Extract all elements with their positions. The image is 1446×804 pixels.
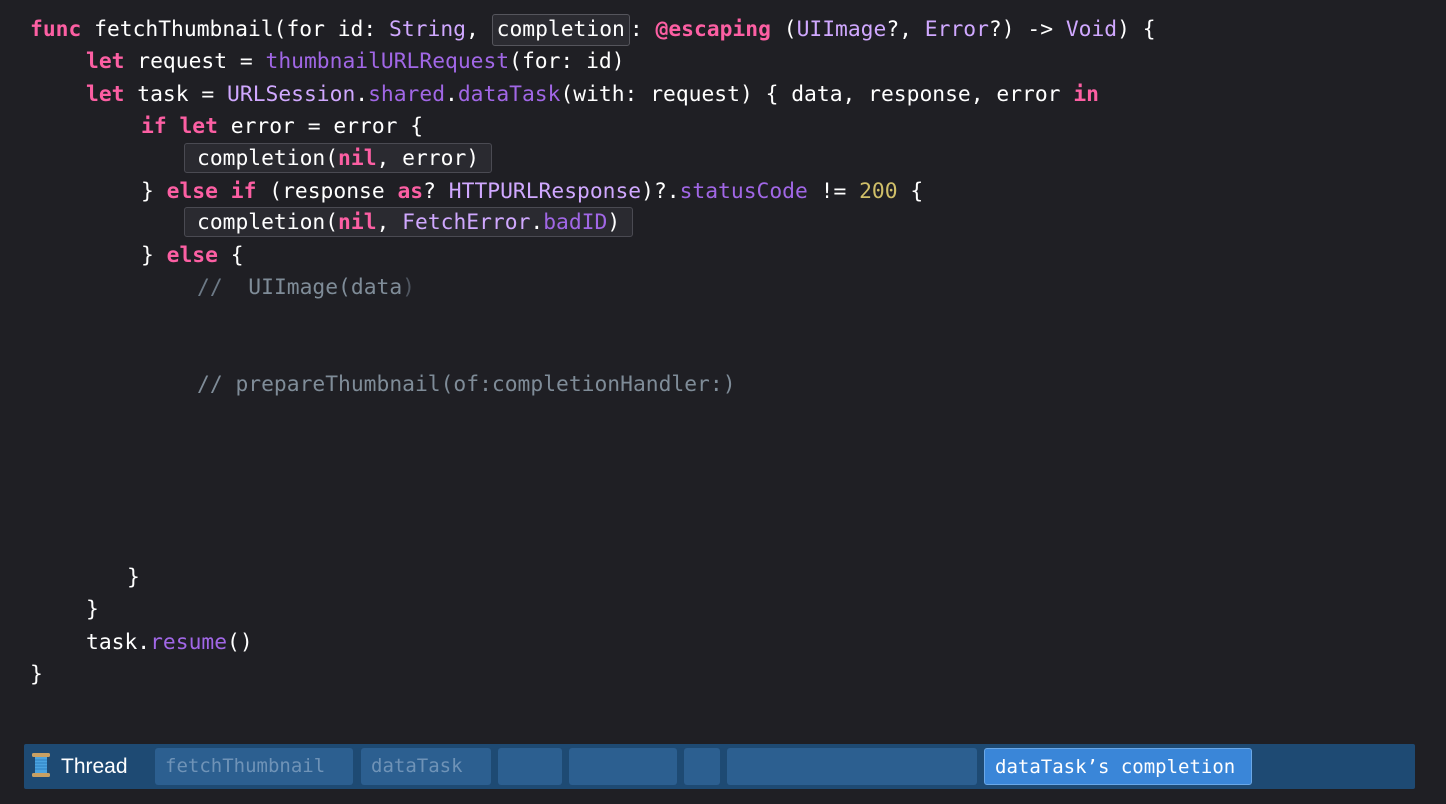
type-void: Void [1065, 17, 1118, 42]
code-line-11: } [127, 562, 140, 594]
code-line-12: } [86, 594, 99, 626]
optional-chain: )?. [641, 179, 680, 204]
keyword-let: let [86, 49, 125, 74]
keyword-func: func [30, 17, 82, 42]
code-line-6: } else if (response as? HTTPURLResponse)… [141, 176, 923, 208]
close-brace: } [30, 662, 43, 687]
thread-label: Thread [31, 744, 128, 789]
code-line-10: // prepareThumbnail(of:completionHandler… [197, 369, 736, 401]
code-line-2: let request = thumbnailURLRequest(for: i… [86, 46, 625, 78]
code-line-4: if let error = error { [141, 111, 423, 143]
segment-datatask-completion[interactable]: dataTask’s completion [984, 748, 1252, 785]
completion-call: completion( [197, 146, 339, 171]
close-brace: } [141, 179, 167, 204]
close-brace: } [86, 597, 99, 622]
closure-header: (with: request) { data, response, error [560, 82, 1074, 107]
completion-call-error-box[interactable]: completion(nil, error) [184, 143, 493, 173]
code-line-7: completion(nil, FetchError.badID) [184, 207, 634, 239]
segment-fetchthumbnail[interactable]: fetchThumbnail [155, 748, 353, 785]
type-uiimage: UIImage [796, 17, 887, 42]
segment-datatask[interactable]: dataTask [361, 748, 491, 785]
type-urlsession: URLSession [227, 82, 356, 107]
comment-preparethumbnail: // prepareThumbnail(of:completionHandler… [197, 372, 736, 397]
completion-call-badid-box[interactable]: completion(nil, FetchError.badID) [184, 207, 634, 237]
optional-sep: ?, [886, 17, 925, 42]
code-line-3: let task = URLSession.shared.dataTask(wi… [86, 79, 1099, 111]
colon: : [629, 17, 656, 42]
keyword-in: in [1073, 82, 1099, 107]
type-string: String [389, 17, 466, 42]
code-line-8: } else { [141, 240, 244, 272]
completion-param-highlight[interactable]: completion [491, 14, 630, 46]
comment-uiimage: UIImage(data [222, 275, 403, 300]
close-brace: } [141, 243, 167, 268]
function-thumbnailurlrequest: thumbnailURLRequest [265, 49, 510, 74]
keyword-let: let [179, 114, 218, 139]
code-line-1: func fetchThumbnail(for id: String, comp… [30, 14, 1156, 46]
segment-6[interactable] [727, 748, 977, 785]
thread-timeline-bar: Thread fetchThumbnail dataTask dataTask’… [24, 744, 1415, 789]
call-parens: () [227, 630, 253, 655]
code-line-5: completion(nil, error) [184, 143, 493, 175]
separator: , [376, 210, 403, 235]
call-args: , error) [376, 146, 480, 171]
number-200: 200 [859, 179, 898, 204]
thread-label-text: Thread [61, 755, 128, 778]
call-args: (for: id) [509, 49, 625, 74]
type-error: Error [924, 17, 989, 42]
task-ref: task. [86, 630, 151, 655]
open-brace: { [217, 243, 244, 268]
keyword-if: if [141, 114, 167, 139]
function-signature: fetchThumbnail(for id: [81, 17, 390, 42]
open-brace: { [897, 179, 924, 204]
keyword-else: else [166, 243, 218, 268]
task-decl: task = [124, 82, 228, 107]
attribute-escaping: @escaping [655, 17, 771, 42]
keyword-else: else [166, 179, 218, 204]
code-line-9: // UIImage(data) [197, 272, 415, 304]
spool-icon [32, 753, 50, 778]
code-line-14: } [30, 659, 43, 691]
open-brace: ) { [1117, 17, 1156, 42]
close-brace: } [127, 565, 140, 590]
type-fetcherror: FetchError [402, 210, 531, 235]
completion-call: completion( [197, 210, 339, 235]
method-resume: resume [150, 630, 228, 655]
case-badid: badID [543, 210, 608, 235]
dot: . [445, 82, 458, 107]
segment-5[interactable] [684, 748, 720, 785]
keyword-nil: nil [338, 146, 377, 171]
comment-slashes: // [197, 275, 223, 300]
method-datatask: dataTask [457, 82, 561, 107]
property-shared: shared [368, 82, 446, 107]
segment-4[interactable] [569, 748, 677, 785]
keyword-let: let [86, 82, 125, 107]
type-httpurlresponse: HTTPURLResponse [448, 179, 642, 204]
code-line-13: task.resume() [86, 627, 253, 659]
open-paren: ( [770, 17, 797, 42]
if-let-binding: error = error { [217, 114, 424, 139]
close-paren: ) [607, 210, 621, 235]
separator: , [465, 17, 492, 42]
keyword-if: if [230, 179, 257, 204]
condition-start: (response [256, 179, 398, 204]
dot: . [355, 82, 369, 107]
cast-question: ? [423, 179, 449, 204]
request-decl: request = [124, 49, 266, 74]
keyword-nil: nil [338, 210, 377, 235]
dot: . [530, 210, 544, 235]
segment-3[interactable] [498, 748, 562, 785]
operator-neq: != [807, 179, 860, 204]
arrow: ?) -> [988, 17, 1066, 42]
comment-paren: ) [402, 275, 415, 300]
property-statuscode: statusCode [679, 179, 808, 204]
keyword-as: as [397, 179, 424, 204]
